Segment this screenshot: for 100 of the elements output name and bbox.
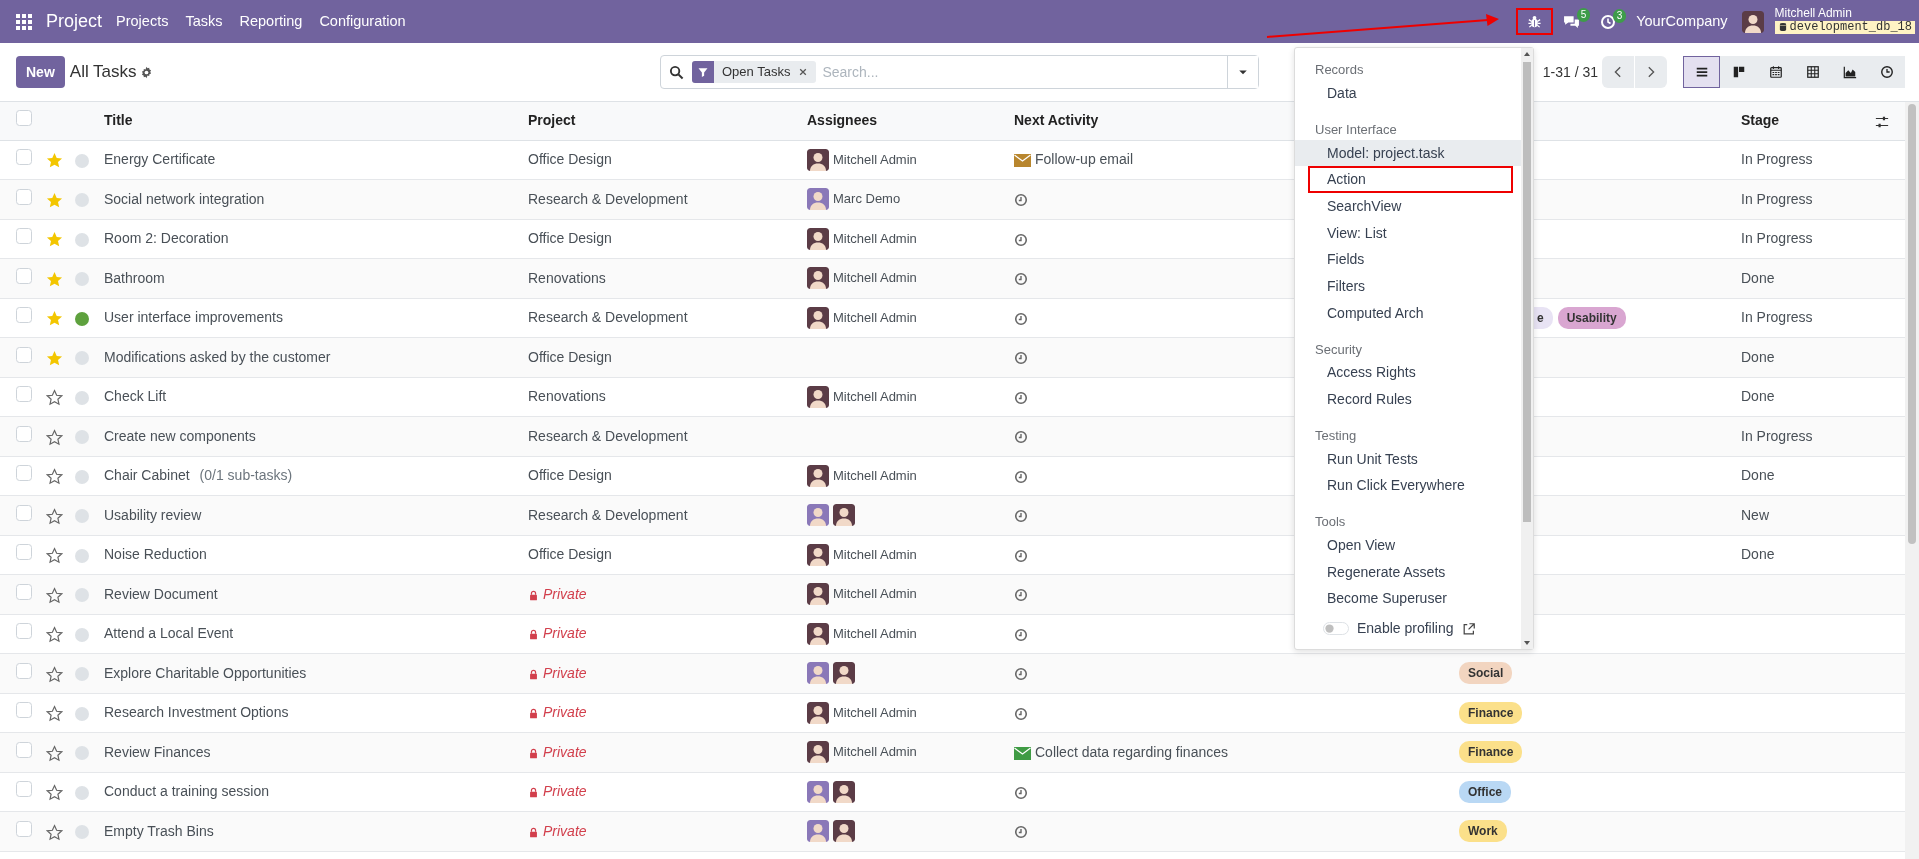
row-checkbox[interactable] [16,702,32,719]
status-dot[interactable] [75,193,89,208]
status-dot[interactable] [75,272,89,287]
row-checkbox[interactable] [16,307,32,324]
star-outline-icon[interactable] [45,507,63,525]
star-outline-icon[interactable] [45,428,63,446]
status-dot[interactable] [75,785,89,800]
view-switch-button[interactable] [1683,56,1720,88]
star-icon[interactable] [45,270,63,288]
row-checkbox[interactable] [16,662,32,679]
star-icon[interactable] [45,231,63,249]
apps-menu-button[interactable] [16,13,32,30]
menu-item[interactable]: Access Rights [1295,359,1521,387]
row-checkbox[interactable] [16,781,32,798]
menu-item[interactable]: Data [1295,80,1521,107]
menu-item[interactable]: View: List [1295,219,1521,247]
row-checkbox[interactable] [16,544,32,561]
clock-icon[interactable] [1014,272,1028,287]
search-options-toggle[interactable] [1227,56,1258,88]
star-outline-icon[interactable] [45,784,63,802]
menu-scrollbar[interactable] [1521,48,1533,649]
row-checkbox[interactable] [16,346,32,363]
pager-value[interactable]: 1-31 / 31 [1542,61,1598,83]
column-header[interactable]: Stage [1741,112,1780,129]
status-dot[interactable] [75,706,89,721]
menu-item[interactable]: Record Rules [1295,386,1521,413]
status-dot[interactable] [75,825,89,840]
star-icon[interactable] [45,152,63,170]
row-checkbox[interactable] [16,583,32,600]
column-header[interactable]: Next Activity [1014,112,1099,129]
app-name[interactable]: Project [46,8,103,35]
profiling-label[interactable]: Enable profiling [1357,618,1454,640]
status-dot[interactable] [75,509,89,524]
clock-icon[interactable] [1014,232,1028,247]
row-checkbox[interactable] [16,741,32,758]
menu-item[interactable]: Filters [1295,273,1521,300]
user-name[interactable]: Mitchell Admin [1774,6,1915,21]
star-outline-icon[interactable] [45,468,63,486]
clock-icon[interactable] [1014,430,1028,445]
select-all-checkbox[interactable] [16,110,32,127]
search-field[interactable]: Open Tasks Search... [660,55,1259,89]
menu-item[interactable]: Run Click Everywhere [1295,472,1521,500]
star-outline-icon[interactable] [45,744,63,762]
column-header[interactable]: Title [104,112,133,129]
row-checkbox[interactable] [16,504,32,521]
status-dot[interactable] [75,469,89,484]
column-header[interactable]: Assignees [807,112,878,129]
star-outline-icon[interactable] [45,389,63,407]
clock-icon[interactable] [1014,469,1028,484]
clock-icon[interactable] [1014,509,1028,524]
status-dot[interactable] [75,430,89,445]
menu-item[interactable]: Open View [1295,532,1521,559]
status-dot[interactable] [75,746,89,761]
filter-facet[interactable]: Open Tasks [692,61,817,83]
star-icon[interactable] [45,310,63,328]
row-checkbox[interactable] [16,149,32,166]
row-checkbox[interactable] [16,425,32,442]
row-checkbox[interactable] [16,465,32,482]
row-checkbox[interactable] [16,228,32,245]
status-dot[interactable] [75,390,89,405]
star-icon[interactable] [45,349,63,367]
row-checkbox[interactable] [16,267,32,284]
status-dot[interactable] [75,351,89,366]
activity-summary[interactable]: Collect data regarding finances [1035,743,1228,760]
next-button[interactable] [1635,56,1667,88]
menu-item[interactable]: Action [1308,166,1513,194]
status-dot[interactable] [75,627,89,642]
menu-item[interactable]: Run Unit Tests [1295,445,1521,473]
column-header[interactable]: Project [528,112,576,129]
menu-item[interactable]: Projects [116,10,169,33]
clock-icon[interactable] [1014,627,1028,642]
star-outline-icon[interactable] [45,665,63,683]
page-scrollbar[interactable] [1905,102,1919,859]
profiling-switch[interactable] [1323,622,1349,636]
star-outline-icon[interactable] [45,823,63,841]
row-checkbox[interactable] [16,188,32,205]
status-dot[interactable] [75,548,89,563]
status-dot[interactable] [75,153,89,168]
previous-button[interactable] [1602,56,1634,88]
clock-icon[interactable] [1014,311,1028,326]
debug-button[interactable] [1516,8,1554,35]
star-outline-icon[interactable] [45,626,63,644]
row-checkbox[interactable] [16,386,32,403]
activity-summary[interactable]: Follow-up email [1035,151,1134,168]
clock-icon[interactable] [1014,193,1028,208]
clock-icon[interactable] [1014,588,1028,603]
status-dot[interactable] [75,311,89,326]
star-outline-icon[interactable] [45,586,63,604]
row-checkbox[interactable] [16,820,32,837]
star-outline-icon[interactable] [45,547,63,565]
clock-icon[interactable] [1014,825,1028,840]
company-name[interactable]: YourCompany [1636,10,1728,33]
clock-icon[interactable] [1014,351,1028,366]
menu-item[interactable]: Tasks [185,10,223,33]
new-button[interactable]: New [16,56,65,88]
status-dot[interactable] [75,667,89,682]
clock-icon[interactable] [1014,785,1028,800]
menu-item[interactable]: Regenerate Assets [1295,558,1521,586]
star-outline-icon[interactable] [45,705,63,723]
clock-icon[interactable] [1014,706,1028,721]
